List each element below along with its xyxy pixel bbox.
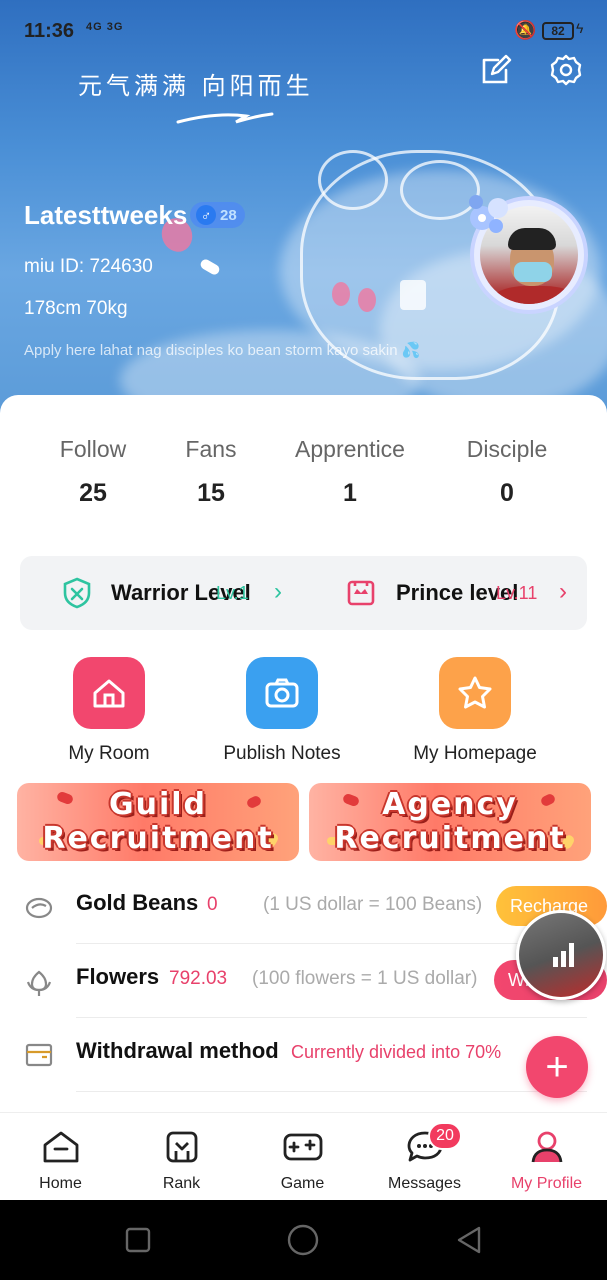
publish-notes-button[interactable]: Publish Notes (192, 657, 372, 765)
avatar-frame-flowers (469, 195, 508, 233)
warrior-level-value: Lv.1 (216, 583, 249, 603)
count-fans[interactable]: Fans 15 (136, 436, 286, 508)
system-nav-bar (0, 1200, 607, 1280)
follow-counts: Follow 25 Fans 15 Apprentice 1 Disciple … (0, 436, 607, 526)
settings-button[interactable] (546, 50, 586, 90)
username: Latesttweeks (24, 200, 188, 230)
edit-icon (482, 54, 512, 84)
person-icon (531, 1131, 562, 1163)
profile-bio: Apply here lahat nag disciples ko bean s… (24, 342, 421, 359)
male-icon: ♂ (196, 205, 216, 225)
header-slogan: 元气满满 向阳而生 (78, 72, 314, 100)
warrior-chevron-icon: › (274, 578, 282, 605)
status-network: 4G 3G (86, 21, 124, 33)
shield-icon (63, 577, 91, 609)
status-time: 11:36 (24, 20, 75, 42)
tab-rank[interactable]: Rank (121, 1113, 242, 1201)
prince-level-value: Lv.11 (496, 583, 538, 603)
tab-game[interactable]: Game (242, 1113, 363, 1201)
home-tab-icon (43, 1131, 78, 1163)
flowers-value: 792.03 (169, 968, 228, 989)
gear-icon (550, 54, 582, 86)
prince-chevron-icon: › (559, 578, 567, 605)
create-fab-button[interactable]: + (526, 1036, 588, 1098)
flowers-title: Flowers (76, 964, 160, 989)
tab-home[interactable]: Home (0, 1113, 121, 1201)
bottom-tab-bar: Home Rank Game Messages My Profile (0, 1112, 607, 1200)
home-icon (73, 657, 145, 729)
gamepad-icon (283, 1133, 322, 1161)
guild-banner-line1: Guild (108, 787, 208, 822)
agency-banner-line1: Agency (382, 787, 518, 822)
warrior-level[interactable] (62, 556, 92, 630)
slogan-swoosh (176, 112, 274, 124)
battery-indicator: 82 (542, 22, 574, 40)
flower-icon (26, 970, 52, 996)
gold-beans-title: Gold Beans (76, 890, 199, 915)
my-homepage-button[interactable]: My Homepage (385, 657, 565, 765)
flowers-rate: (100 flowers = 1 US dollar) (252, 968, 478, 989)
floating-live-thumbnail[interactable] (516, 910, 606, 1000)
height-weight: 178cm 70kg (24, 298, 128, 319)
count-disciple[interactable]: Disciple 0 (432, 436, 582, 508)
count-apprentice[interactable]: Apprentice 1 (275, 436, 425, 508)
wallet-icon (25, 1043, 53, 1067)
crown-icon (347, 580, 375, 606)
withdrawal-title: Withdrawal method (76, 1038, 279, 1063)
prince-level[interactable] (346, 556, 376, 630)
withdrawal-method-row[interactable]: Withdrawal method Currently divided into… (0, 1018, 607, 1092)
gold-beans-rate: (1 US dollar = 100 Beans) (263, 894, 483, 915)
charging-icon: ϟ (576, 20, 584, 36)
guild-banner-line2: Recruitment (42, 821, 274, 856)
back-icon[interactable] (455, 1225, 483, 1255)
signal-bars-icon (553, 943, 574, 967)
bean-icon (25, 897, 53, 919)
my-room-button[interactable]: My Room (19, 657, 199, 765)
miu-id: miu ID: 724630 (24, 256, 153, 277)
home-nav-icon[interactable] (287, 1224, 319, 1256)
withdrawal-value: Currently divided into 70% (291, 1042, 502, 1062)
gender-age-badge: ♂ 28 (190, 202, 245, 228)
gold-beans-value: 0 (207, 894, 218, 915)
tab-my-profile[interactable]: My Profile (486, 1113, 607, 1201)
star-icon (439, 657, 511, 729)
tab-messages[interactable]: Messages (364, 1113, 485, 1201)
age-value: 28 (220, 206, 237, 224)
levels-panel: Warrior Level Lv.1 › Prince level Lv.11 … (20, 556, 587, 630)
mute-bell-icon: 🔕 (514, 20, 537, 40)
guild-recruitment-banner[interactable]: Guild Recruitment (17, 783, 299, 861)
messages-badge: 20 (428, 1122, 462, 1150)
gold-beans-row[interactable]: Gold Beans 0 (1 US dollar = 100 Beans) R… (0, 870, 607, 944)
agency-recruitment-banner[interactable]: Agency Recruitment (309, 783, 591, 861)
edit-profile-button[interactable] (476, 50, 516, 90)
agency-banner-line2: Recruitment (334, 821, 566, 856)
camera-icon (246, 657, 318, 729)
recents-icon[interactable] (125, 1227, 151, 1253)
rank-tab-icon (166, 1131, 197, 1163)
